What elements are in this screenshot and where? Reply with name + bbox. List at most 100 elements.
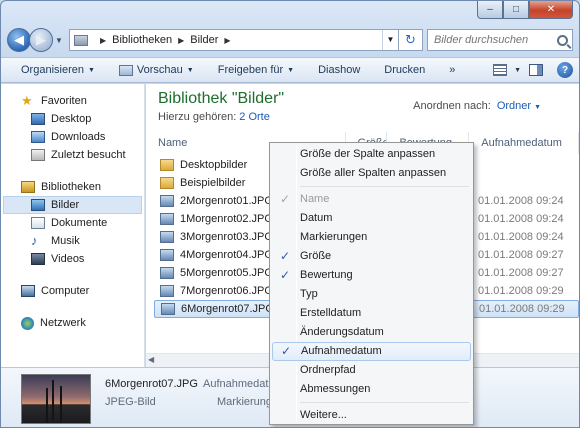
libraries-icon bbox=[21, 181, 35, 193]
menu-item[interactable]: Abmessungen bbox=[272, 380, 471, 399]
image-file-icon bbox=[160, 195, 174, 207]
library-includes: Hierzu gehören: 2 Orte bbox=[158, 111, 270, 123]
menu-item-label: Aufnahmedatum bbox=[301, 345, 382, 357]
library-icon bbox=[74, 34, 88, 46]
close-button[interactable]: ✕ bbox=[529, 1, 573, 19]
menu-item[interactable]: ✓ Aufnahmedatum bbox=[272, 342, 471, 361]
search-box[interactable] bbox=[427, 29, 573, 51]
image-file-icon bbox=[160, 231, 174, 243]
menu-item[interactable]: Erstelldatum bbox=[272, 304, 471, 323]
menu-item[interactable]: ✓ Bewertung bbox=[272, 266, 471, 285]
forward-button[interactable]: ▶ bbox=[29, 28, 53, 52]
videos-icon bbox=[31, 253, 45, 265]
breadcrumb-pictures[interactable]: Bilder bbox=[190, 34, 218, 46]
library-locations-link[interactable]: 2 Orte bbox=[239, 111, 270, 123]
nav-music[interactable]: ♪ Musik bbox=[1, 232, 144, 250]
menu-item[interactable]: Größe der Spalte anpassen bbox=[272, 145, 471, 164]
back-button[interactable]: ◀ bbox=[7, 28, 31, 52]
image-file-icon bbox=[160, 267, 174, 279]
nav-computer[interactable]: Computer bbox=[1, 282, 144, 300]
nav-downloads[interactable]: Downloads bbox=[1, 128, 144, 146]
scroll-left-icon[interactable]: ◀ bbox=[148, 355, 154, 364]
menu-item-label: Datum bbox=[300, 212, 333, 224]
command-bar: Organisieren ▼ Vorschau ▼ Freigeben für ▼ D… bbox=[1, 57, 579, 83]
view-options-dropdown[interactable]: ▼ bbox=[514, 67, 521, 74]
details-tags-label: Markierung bbox=[217, 396, 273, 408]
menu-item[interactable]: ✓ Größe bbox=[272, 247, 471, 266]
nav-recent[interactable]: Zuletzt besucht bbox=[1, 146, 144, 164]
menu-item-label: Ordnerpfad bbox=[300, 364, 356, 376]
menu-item[interactable]: Größe aller Spalten anpassen bbox=[272, 164, 471, 183]
more-commands-button[interactable]: » bbox=[437, 59, 467, 81]
menu-item-label: Abmessungen bbox=[300, 383, 371, 395]
menu-item-label: Bewertung bbox=[300, 269, 353, 281]
computer-icon bbox=[21, 285, 35, 297]
search-input[interactable] bbox=[434, 34, 552, 46]
menu-item-label: Größe aller Spalten anpassen bbox=[300, 167, 447, 179]
help-icon[interactable]: ? bbox=[557, 62, 573, 78]
downloads-icon bbox=[31, 131, 45, 143]
menu-separator bbox=[300, 186, 469, 187]
folder-icon bbox=[160, 159, 174, 171]
view-options-icon[interactable] bbox=[493, 64, 508, 76]
arrange-by: Anordnen nach: Ordner ▼ bbox=[413, 100, 541, 112]
details-filetype: JPEG-Bild bbox=[105, 396, 156, 408]
explorer-window: – □ ✕ ◀ ▶ ▼ ▶ Bibliotheken ▶ Bilder ▶ ▼ … bbox=[0, 0, 580, 428]
caption-buttons: – □ ✕ bbox=[477, 1, 573, 19]
image-file-icon bbox=[161, 303, 175, 315]
menu-separator bbox=[300, 402, 469, 403]
menu-item-label: Größe der Spalte anpassen bbox=[300, 148, 436, 160]
details-filename: 6Morgenrot07.JPG bbox=[105, 378, 198, 390]
checkmark-icon: ✓ bbox=[281, 344, 292, 358]
toolbar-right: ▼ ? bbox=[486, 62, 573, 78]
chevron-down-icon[interactable]: ▼ bbox=[534, 104, 541, 111]
image-file-icon bbox=[160, 213, 174, 225]
checkmark-icon: ✓ bbox=[280, 192, 291, 206]
menu-item-label: Typ bbox=[300, 288, 318, 300]
documents-icon bbox=[31, 217, 45, 229]
organize-menu[interactable]: Organisieren ▼ bbox=[9, 59, 107, 81]
checkmark-icon: ✓ bbox=[280, 268, 291, 282]
menu-item[interactable]: Typ bbox=[272, 285, 471, 304]
pictures-icon bbox=[31, 199, 45, 211]
star-icon: ★ bbox=[21, 93, 33, 108]
minimize-button[interactable]: – bbox=[477, 1, 503, 19]
chevron-right-icon[interactable]: ▶ bbox=[178, 36, 184, 45]
image-file-icon bbox=[160, 285, 174, 297]
nav-network[interactable]: Netzwerk bbox=[1, 314, 144, 332]
preview-pane-icon[interactable] bbox=[529, 64, 543, 76]
refresh-button[interactable]: ↻ bbox=[399, 29, 423, 51]
menu-item-label: Name bbox=[300, 193, 330, 205]
arrange-by-dropdown[interactable]: Ordner bbox=[497, 100, 531, 112]
nav-desktop[interactable]: Desktop bbox=[1, 110, 144, 128]
network-icon bbox=[21, 316, 34, 330]
share-menu[interactable]: Freigeben für ▼ bbox=[206, 59, 306, 81]
maximize-button[interactable]: □ bbox=[503, 1, 529, 19]
menu-item[interactable]: Weitere... bbox=[272, 406, 471, 425]
nav-libraries[interactable]: Bibliotheken bbox=[1, 178, 144, 196]
menu-item[interactable]: Datum bbox=[272, 209, 471, 228]
folder-icon bbox=[160, 177, 174, 189]
address-bar[interactable]: ▶ Bibliotheken ▶ Bilder ▶ ▼ bbox=[69, 29, 399, 51]
menu-item[interactable]: Markierungen bbox=[272, 228, 471, 247]
chevron-right-icon[interactable]: ▶ bbox=[224, 36, 230, 45]
nav-favorites[interactable]: ★ Favoriten bbox=[1, 92, 144, 110]
address-history-dropdown[interactable]: ▼ bbox=[382, 30, 398, 50]
nav-documents[interactable]: Dokumente bbox=[1, 214, 144, 232]
desktop-icon bbox=[31, 113, 45, 125]
menu-item-label: Erstelldatum bbox=[300, 307, 362, 319]
recent-pages-button[interactable]: ▼ bbox=[55, 36, 65, 45]
slideshow-button[interactable]: Diashow bbox=[306, 59, 372, 81]
menu-item[interactable]: Ordnerpfad bbox=[272, 361, 471, 380]
nav-videos[interactable]: Videos bbox=[1, 250, 144, 268]
checkmark-icon: ✓ bbox=[280, 249, 291, 263]
nav-pictures[interactable]: Bilder bbox=[3, 196, 142, 214]
print-button[interactable]: Drucken bbox=[372, 59, 437, 81]
preview-menu[interactable]: Vorschau ▼ bbox=[107, 59, 206, 81]
menu-item-label: Markierungen bbox=[300, 231, 368, 243]
column-date-taken[interactable]: Aufnahmedatum bbox=[469, 132, 579, 154]
breadcrumb-libraries[interactable]: Bibliotheken bbox=[112, 34, 172, 46]
menu-item[interactable]: Änderungsdatum bbox=[272, 323, 471, 342]
chevron-right-icon[interactable]: ▶ bbox=[100, 36, 106, 45]
library-title: Bibliothek "Bilder" bbox=[158, 90, 285, 107]
